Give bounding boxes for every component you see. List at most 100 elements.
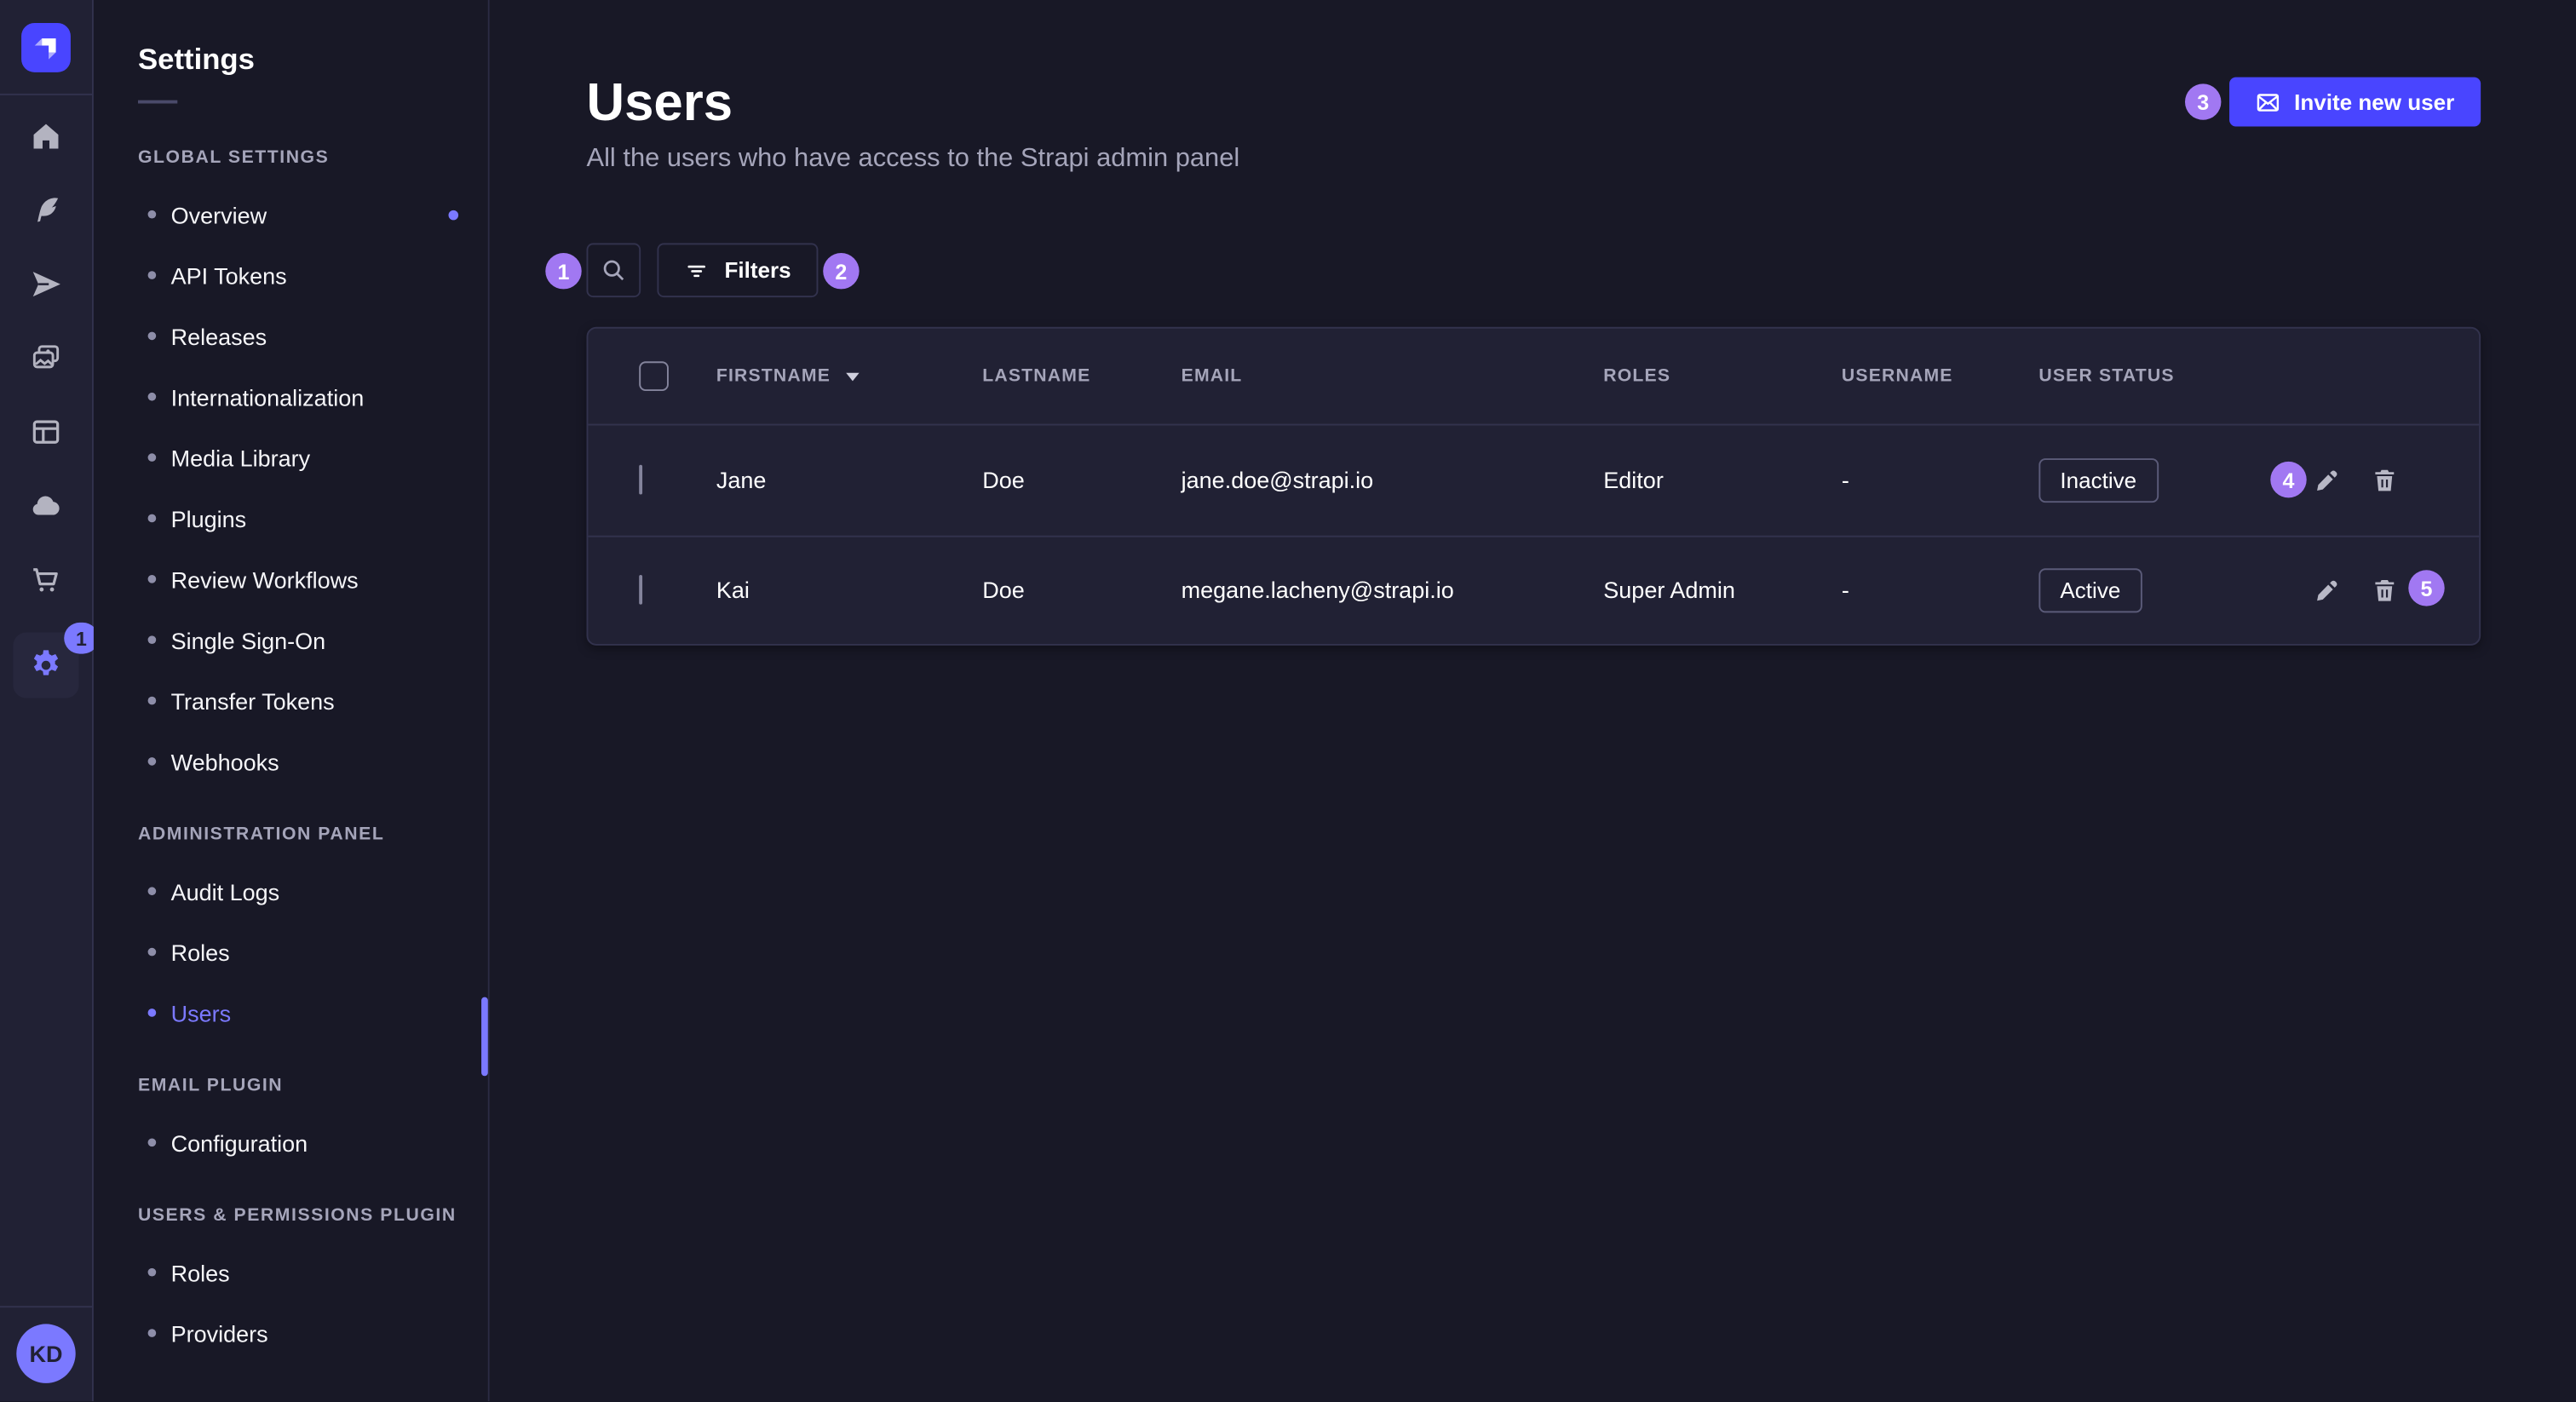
strapi-logo-icon	[21, 23, 71, 72]
rail-bottom: KD	[0, 1307, 92, 1402]
delete-button[interactable]	[2371, 466, 2399, 494]
bullet-icon	[148, 332, 157, 341]
nav-section-administration-panel: ADMINISTRATION PANELAudit LogsRolesUsers	[94, 825, 488, 1043]
edit-button[interactable]	[2313, 576, 2341, 604]
invite-new-user-button[interactable]: Invite new user	[2230, 78, 2481, 127]
column-header-username[interactable]: USERNAME	[1842, 366, 2038, 386]
row-checkbox[interactable]	[639, 575, 642, 605]
bullet-icon	[148, 1008, 157, 1017]
sidebar-item-review-workflows[interactable]: Review Workflows	[94, 549, 488, 609]
sidebar-item-label: Roles	[171, 1259, 230, 1285]
sidebar-item-label: Internationalization	[171, 383, 365, 410]
cell-roles: Editor	[1603, 467, 1842, 493]
settings-nav: GLOBAL SETTINGS OverviewAPI Tokens Release…	[94, 148, 488, 1364]
sidebar-item-media-library[interactable]: Media Library	[94, 427, 488, 487]
column-header-email[interactable]: EMAIL	[1182, 366, 1604, 386]
column-header-label: FIRSTNAME	[716, 366, 831, 386]
som-badge-4: 4	[2270, 462, 2306, 497]
feather-icon[interactable]	[18, 182, 74, 238]
cell-username: -	[1842, 467, 2038, 493]
sidebar-item-overview[interactable]: Overview	[94, 184, 488, 244]
invite-new-user-label: Invite new user	[2294, 89, 2454, 114]
sidebar-item-users[interactable]: Users	[94, 982, 488, 1043]
sort-arrow-icon[interactable]	[845, 372, 858, 381]
sidebar-item-label: Webhooks	[171, 748, 279, 774]
settings-sidebar: Settings GLOBAL SETTINGSOverviewAPI Toke…	[94, 0, 490, 1402]
sidebar-item-audit-logs[interactable]: Audit Logs	[94, 861, 488, 922]
rail-icons: 1	[13, 108, 78, 698]
sidebar-item-providers[interactable]: Providers	[94, 1302, 488, 1363]
filters-button[interactable]: Filters	[657, 243, 817, 297]
search-button[interactable]	[587, 243, 641, 297]
checkbox-cell	[639, 467, 716, 493]
pencil-icon	[2313, 466, 2341, 494]
paper-plane-icon[interactable]	[18, 256, 74, 313]
sidebar-item-label: Releases	[171, 323, 267, 349]
column-header-firstname[interactable]: FIRSTNAME	[716, 366, 982, 386]
sidebar-item-label: Users	[171, 1000, 232, 1026]
table-row-jane-doe[interactable]: JaneDoejane.doe@strapi.ioEditor-Inactive	[588, 425, 2479, 534]
status-badge: Active	[2038, 568, 2142, 612]
sidebar-item-label: Media Library	[171, 445, 311, 471]
filter-icon	[683, 257, 710, 284]
cell-roles: Super Admin	[1603, 577, 1842, 603]
column-header-label: EMAIL	[1182, 366, 1243, 386]
sidebar-item-roles[interactable]: Roles	[94, 1242, 488, 1302]
settings-title-underline	[138, 101, 177, 104]
sidebar-item-internationalization[interactable]: Internationalization	[94, 366, 488, 427]
column-header-roles[interactable]: ROLES	[1603, 366, 1842, 386]
sidebar-item-label: Providers	[171, 1320, 268, 1347]
select-all-checkbox[interactable]	[639, 361, 669, 391]
column-header-user-status[interactable]: USER STATUS	[2038, 366, 2309, 386]
users-table: FIRSTNAME LASTNAME EMAIL ROLES USERNAMEUSER …	[587, 327, 2481, 646]
column-header-label: LASTNAME	[982, 366, 1090, 386]
sidebar-item-roles[interactable]: Roles	[94, 922, 488, 982]
rail-bottom-divider	[0, 1307, 92, 1308]
bullet-icon	[148, 1329, 157, 1337]
envelope-icon	[2257, 89, 2281, 114]
sidebar-item-transfer-tokens[interactable]: Transfer Tokens	[94, 670, 488, 731]
column-header-label: ROLES	[1603, 366, 1670, 386]
cell-email: jane.doe@strapi.io	[1182, 467, 1604, 493]
column-header-lastname[interactable]: LASTNAME	[982, 366, 1181, 386]
som-badge-5: 5	[2408, 570, 2444, 606]
bullet-icon	[148, 635, 157, 644]
table-row-kai-doe[interactable]: KaiDoemegane.lacheny@strapi.ioSuper Admi…	[588, 535, 2479, 644]
cloud-icon[interactable]	[18, 478, 74, 534]
table-header-row: FIRSTNAME LASTNAME EMAIL ROLES USERNAMEUSER …	[588, 329, 2479, 426]
main-content: Users All the users who have access to t…	[490, 0, 2576, 1402]
sidebar-item-webhooks[interactable]: Webhooks	[94, 731, 488, 791]
media-images-icon[interactable]	[18, 330, 74, 387]
strapi-logo[interactable]	[21, 23, 71, 72]
bullet-icon	[148, 393, 157, 401]
column-header-label: USER STATUS	[2038, 366, 2174, 386]
rail-divider	[0, 94, 92, 95]
nav-section-email-plugin: EMAIL PLUGINConfiguration	[94, 1076, 488, 1173]
table-body: JaneDoejane.doe@strapi.ioEditor-Inactive…	[588, 425, 2479, 643]
main-nav-rail: 1 KD	[0, 0, 94, 1402]
sidebar-item-label: Single Sign-On	[171, 627, 326, 653]
page-subtitle: All the users who have access to the Str…	[587, 145, 1240, 175]
home-icon[interactable]	[18, 108, 74, 164]
layout-icon[interactable]	[18, 404, 74, 460]
nav-section-label: GLOBAL SETTINGS	[138, 148, 488, 168]
bullet-icon	[148, 1268, 157, 1277]
cell-firstname: Kai	[716, 577, 982, 603]
row-checkbox[interactable]	[639, 465, 642, 495]
shopping-cart-icon[interactable]	[18, 552, 74, 608]
delete-button[interactable]	[2371, 576, 2399, 604]
bullet-icon	[148, 697, 157, 705]
edit-button[interactable]	[2313, 466, 2341, 494]
nav-section-users-permissions-plugin: USERS & PERMISSIONS PLUGINRolesProviders	[94, 1206, 488, 1364]
active-item-indicator	[481, 997, 488, 1077]
sidebar-item-plugins[interactable]: Plugins	[94, 488, 488, 549]
user-avatar[interactable]: KD	[16, 1324, 75, 1383]
bullet-icon	[148, 453, 157, 462]
sidebar-item-releases[interactable]: Releases	[94, 306, 488, 366]
bullet-icon	[148, 948, 157, 957]
cell-firstname: Jane	[716, 467, 982, 493]
sidebar-item-configuration[interactable]: Configuration	[94, 1112, 488, 1173]
gear-icon[interactable]: 1	[13, 632, 78, 698]
sidebar-item-single-sign-on[interactable]: Single Sign-On	[94, 609, 488, 669]
sidebar-item-api-tokens[interactable]: API Tokens	[94, 244, 488, 305]
